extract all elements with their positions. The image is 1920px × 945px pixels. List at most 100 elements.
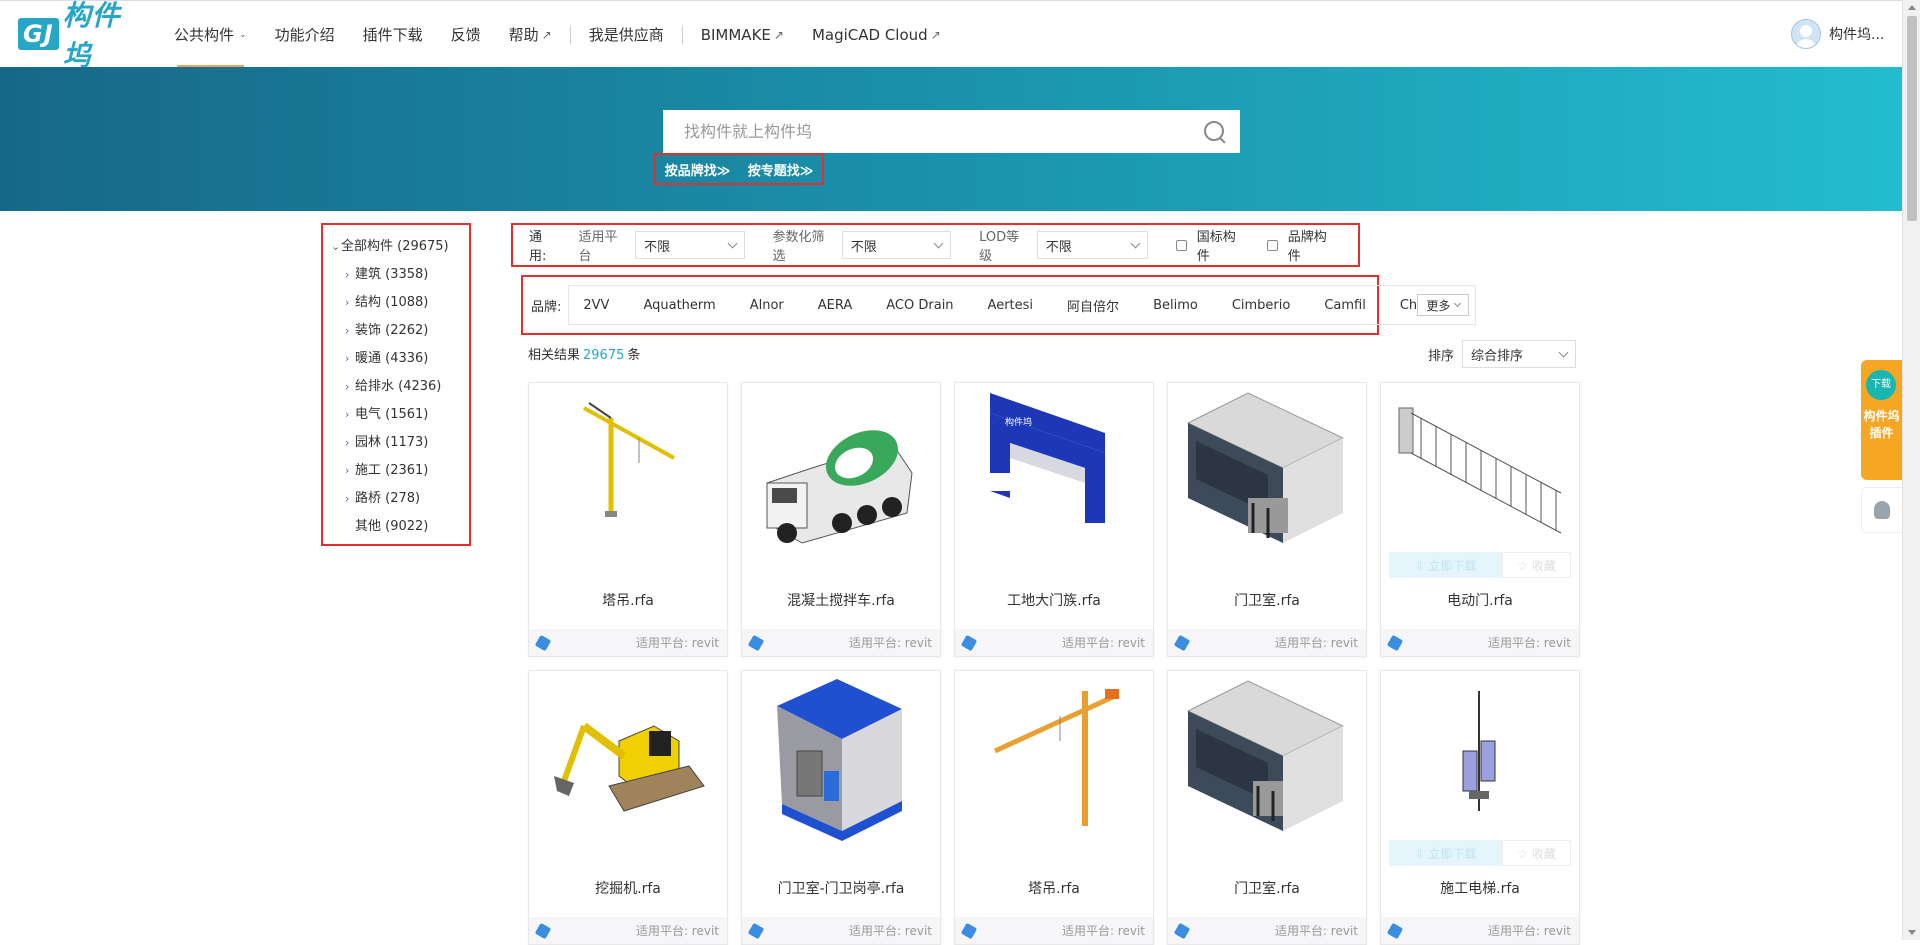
search-icon[interactable] <box>1202 119 1228 145</box>
nav-label: BIMMAKE <box>700 25 771 44</box>
platform-label: 适用平台 <box>578 230 618 264</box>
brand-item[interactable]: AERA <box>818 298 853 313</box>
tree-item-hvac[interactable]: › 暖通 (4336) <box>331 345 469 373</box>
tree-item-decoration[interactable]: › 装饰 (2262) <box>331 317 469 345</box>
checkbox-box <box>1267 239 1278 251</box>
select-value: 不限 <box>850 239 877 255</box>
component-card[interactable]: ⇩ 立即下载 ☆ 收藏 电动门.rfa 适用平台: revit <box>1380 382 1580 657</box>
national-standard-checkbox[interactable]: 国标构件 <box>1176 226 1247 264</box>
nav-features[interactable]: 功能介绍 <box>261 1 349 68</box>
component-card[interactable]: 门卫室.rfa 适用平台: revit <box>1167 382 1367 657</box>
brand-item[interactable]: Alnor <box>750 298 784 313</box>
parametric-label: 参数化筛选 <box>772 230 825 264</box>
brand-item[interactable]: Cimberio <box>1232 298 1291 313</box>
tree-item-landscape[interactable]: › 园林 (1173) <box>331 429 469 457</box>
component-card[interactable]: 混凝土搅拌车.rfa 适用平台: revit <box>741 382 941 657</box>
chevron-right-icon: › <box>345 352 350 365</box>
card-footer: 适用平台: revit <box>1168 629 1366 656</box>
card-title: 挖掘机.rfa <box>595 881 661 897</box>
page-scrollbar[interactable] <box>1902 0 1920 940</box>
component-card[interactable]: 塔吊.rfa 适用平台: revit <box>954 670 1154 945</box>
nav-label: 我是供应商 <box>588 26 664 44</box>
brand-item[interactable]: 2VV <box>583 298 609 313</box>
component-card[interactable]: ⇩ 立即下载 ☆ 收藏 施工电梯.rfa 适用平台: revit <box>1380 670 1580 945</box>
component-card[interactable]: 门卫室.rfa 适用平台: revit <box>1167 670 1367 945</box>
component-card[interactable]: 挖掘机.rfa 适用平台: revit <box>528 670 728 945</box>
tree-item-electrical[interactable]: › 电气 (1561) <box>331 401 469 429</box>
result-prefix: 相关结果 <box>528 348 581 363</box>
nav-plugin-download[interactable]: 插件下载 <box>349 1 437 68</box>
chevron-down-icon <box>1558 347 1569 357</box>
revit-icon <box>747 634 765 651</box>
brand-component-checkbox[interactable]: 品牌构件 <box>1267 226 1338 264</box>
nav-supplier[interactable]: 我是供应商 <box>575 1 678 68</box>
checkbox-box <box>1176 239 1187 251</box>
nav-label: 功能介绍 <box>274 26 335 44</box>
sort-select[interactable]: 综合排序 <box>1462 340 1577 368</box>
guard-room-icon <box>1186 392 1345 543</box>
brand-item[interactable]: ACO Drain <box>886 298 953 313</box>
component-card[interactable]: 塔吊.rfa 适用平台: revit <box>528 382 728 657</box>
chevron-right-icon: › <box>345 464 350 477</box>
chevron-right-icon: › <box>345 436 350 449</box>
card-title: 门卫室.rfa <box>1234 881 1300 897</box>
tree-item-other[interactable]: 其他 (9022) <box>331 513 469 541</box>
lod-select[interactable]: 不限 <box>1036 231 1149 259</box>
find-by-topic-link[interactable]: 按专题找≫ <box>748 160 814 179</box>
card-platform: 适用平台: revit <box>1274 636 1358 650</box>
brand-item[interactable]: 阿自倍尔 <box>1067 296 1119 315</box>
lod-label: LOD等级 <box>979 230 1020 264</box>
tree-item-plumbing[interactable]: › 给排水 (4236) <box>331 373 469 401</box>
hero-banner: 按品牌找≫ 按专题找≫ <box>0 67 1902 211</box>
site-logo[interactable]: GJ 构件坞 <box>18 0 142 72</box>
brand-item[interactable]: Camfil <box>1324 298 1366 313</box>
find-by-brand-link[interactable]: 按品牌找≫ <box>665 160 731 179</box>
chevron-right-icon: › <box>345 268 350 281</box>
brand-item[interactable]: Aertesi <box>988 298 1034 313</box>
scroll-down-icon[interactable] <box>1908 930 1916 935</box>
external-link-icon: ↗ <box>773 27 784 42</box>
nav-public-components[interactable]: 公共构件 ⌄ <box>160 1 261 68</box>
favorite-button[interactable]: ☆ 收藏 <box>1501 840 1571 866</box>
component-card[interactable]: 构件坞 工地大门族.rfa 适用平台: revit <box>954 382 1154 657</box>
tree-label: 施工 (2361) <box>355 463 429 478</box>
select-value: 不限 <box>644 239 671 255</box>
tree-item-architecture[interactable]: › 建筑 (3358) <box>331 261 469 289</box>
scroll-up-icon[interactable] <box>1908 5 1916 10</box>
brand-item[interactable]: Belimo <box>1153 298 1198 313</box>
chevron-right-icon: › <box>345 492 350 505</box>
download-button[interactable]: ⇩ 立即下载 <box>1389 552 1502 578</box>
tree-item-all[interactable]: ⌄全部构件 (29675) <box>331 233 469 261</box>
search-input[interactable] <box>663 111 1202 152</box>
tree-item-structure[interactable]: › 结构 (1088) <box>331 289 469 317</box>
card-platform: 适用平台: revit <box>635 636 719 650</box>
card-hover-actions: ⇩ 立即下载 ☆ 收藏 <box>1389 840 1571 866</box>
checkbox-label: 品牌构件 <box>1287 230 1327 264</box>
tree-label: 结构 (1088) <box>355 295 429 310</box>
parametric-select[interactable]: 不限 <box>841 231 952 259</box>
revit-icon <box>960 922 978 939</box>
chat-icon[interactable] <box>1861 487 1902 533</box>
nav-feedback[interactable]: 反馈 <box>437 1 495 68</box>
user-menu[interactable]: 构件坞... <box>1791 19 1884 49</box>
card-hover-actions: ⇩ 立即下载 ☆ 收藏 <box>1389 552 1571 578</box>
tree-label: 电气 (1561) <box>355 407 429 422</box>
card-title: 塔吊.rfa <box>602 593 654 609</box>
download-badge[interactable]: 下载 <box>1866 370 1896 400</box>
tree-item-roads-bridges[interactable]: › 路桥 (278) <box>331 485 469 513</box>
favorite-button[interactable]: ☆ 收藏 <box>1501 552 1571 578</box>
scroll-thumb[interactable] <box>1907 16 1917 221</box>
more-brands-button[interactable]: 更多 <box>1417 294 1470 316</box>
nav-bimmake[interactable]: BIMMAKE ↗ <box>687 1 798 68</box>
more-label: 更多 <box>1426 298 1451 313</box>
chevron-right-icon: › <box>345 408 350 421</box>
nav-magicad-cloud[interactable]: MagiCAD Cloud ↗ <box>798 1 955 68</box>
platform-select[interactable]: 不限 <box>635 231 745 259</box>
component-card[interactable]: 门卫室-门卫岗亭.rfa 适用平台: revit <box>741 670 941 945</box>
tree-item-construction[interactable]: › 施工 (2361) <box>331 457 469 485</box>
nav-help[interactable]: 帮助 ↗ <box>495 1 566 68</box>
brand-item[interactable]: Aquatherm <box>643 298 715 313</box>
revit-icon <box>1173 922 1191 939</box>
revit-icon <box>534 922 552 939</box>
download-button[interactable]: ⇩ 立即下载 <box>1389 840 1502 866</box>
